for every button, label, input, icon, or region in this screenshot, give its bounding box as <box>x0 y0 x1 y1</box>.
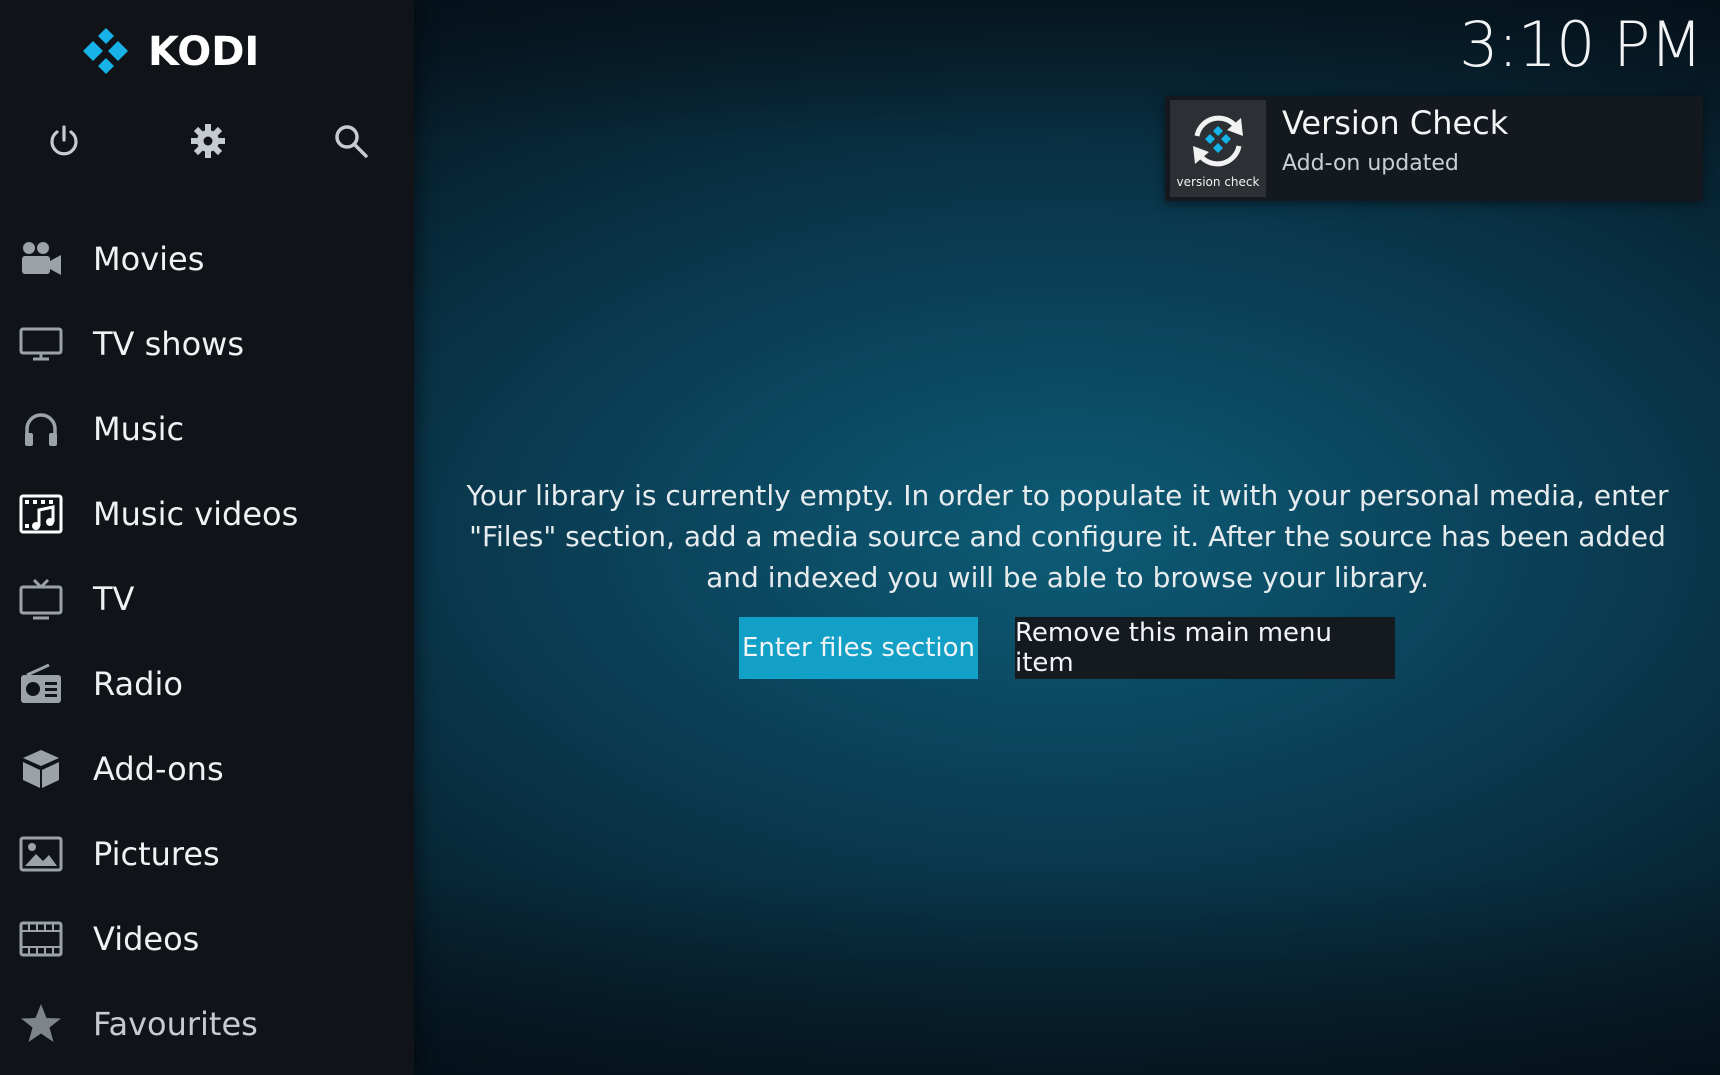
power-icon[interactable] <box>41 118 87 164</box>
top-icon-bar <box>0 118 414 168</box>
film-strip-icon <box>18 916 64 962</box>
sidebar-item-add-ons[interactable]: Add-ons <box>0 726 414 811</box>
sidebar-item-label: TV <box>93 579 135 618</box>
bottom-shade <box>414 875 1720 1075</box>
sidebar-item-label: Pictures <box>93 834 220 873</box>
sidebar-item-radio[interactable]: Radio <box>0 641 414 726</box>
thumbnail-caption: version check <box>1176 175 1260 189</box>
sidebar-item-videos[interactable]: Videos <box>0 896 414 981</box>
sidebar-item-label: Movies <box>93 239 205 278</box>
notification-thumbnail: version check <box>1170 100 1266 197</box>
sidebar-item-favourites[interactable]: Favourites <box>0 981 414 1066</box>
music-video-icon <box>18 491 64 537</box>
main-menu: Movies TV shows Music Music videos TV Ra… <box>0 216 414 1066</box>
sidebar-item-pictures[interactable]: Pictures <box>0 811 414 896</box>
sidebar-item-label: Videos <box>93 919 200 958</box>
notification-subtitle: Add-on updated <box>1282 151 1459 176</box>
notification-toast[interactable]: version check Version Check Add-on updat… <box>1165 96 1703 201</box>
sidebar-item-label: Radio <box>93 664 183 703</box>
remove-menu-item-button[interactable]: Remove this main menu item <box>1015 617 1395 679</box>
gear-icon[interactable] <box>185 118 231 164</box>
addon-box-icon <box>18 746 64 792</box>
refresh-kodi-icon <box>1193 115 1243 167</box>
radio-icon <box>18 661 64 707</box>
notification-title: Version Check <box>1282 104 1509 142</box>
sidebar-item-label: TV shows <box>93 324 244 363</box>
sidebar: KODI Movies TV shows Music Music videos … <box>0 0 414 1075</box>
clock: 3:10 PM <box>1459 8 1703 81</box>
headphones-icon <box>18 406 64 452</box>
movie-camera-icon <box>18 236 64 282</box>
picture-icon <box>18 831 64 877</box>
sidebar-item-movies[interactable]: Movies <box>0 216 414 301</box>
kodi-logo-icon <box>83 28 128 74</box>
sidebar-item-label: Add-ons <box>93 749 224 788</box>
star-icon <box>18 1001 64 1047</box>
kodi-logo[interactable]: KODI <box>80 24 259 80</box>
app-name: KODI <box>148 29 260 75</box>
enter-files-section-button[interactable]: Enter files section <box>739 617 978 679</box>
empty-library-message: Your library is currently empty. In orde… <box>466 479 1669 594</box>
sidebar-item-music[interactable]: Music <box>0 386 414 471</box>
sidebar-item-tv-shows[interactable]: TV shows <box>0 301 414 386</box>
sidebar-item-label: Music videos <box>93 494 299 533</box>
sidebar-item-label: Music <box>93 409 185 448</box>
monitor-icon <box>18 321 64 367</box>
sidebar-item-music-videos[interactable]: Music videos <box>0 471 414 556</box>
sidebar-item-label: Favourites <box>93 1004 258 1043</box>
sidebar-item-tv[interactable]: TV <box>0 556 414 641</box>
tv-icon <box>18 576 64 622</box>
search-icon[interactable] <box>328 118 374 164</box>
